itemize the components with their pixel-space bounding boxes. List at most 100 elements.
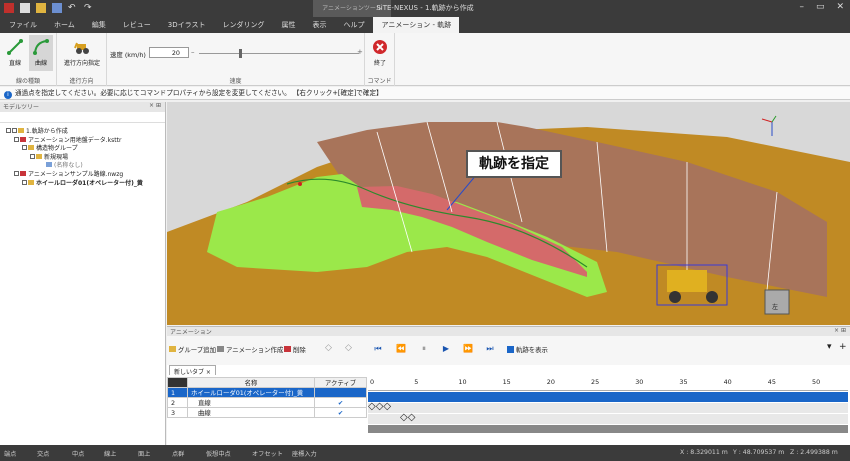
direction-button[interactable]: 進行方向指定 — [61, 35, 103, 71]
delete-label: 削除 — [293, 346, 306, 354]
timeline-tick-label: 15 — [502, 378, 511, 386]
undo-icon[interactable]: ◇ — [325, 343, 332, 353]
callout-label: 軌跡を指定 — [466, 150, 562, 178]
rewind-icon[interactable]: ⏪ — [395, 344, 407, 356]
keyframe-icon[interactable]: ◇◇ — [400, 412, 415, 423]
speed-increase-icon[interactable]: + — [357, 48, 363, 56]
snap-midpoint[interactable]: 中点 — [72, 449, 84, 458]
speed-input[interactable]: 20 — [149, 47, 189, 58]
timeline[interactable]: 0 5 10 15 20 25 30 35 40 45 50 ◇◇◇ ◇◇ — [368, 377, 848, 437]
checkbox[interactable] — [14, 170, 19, 176]
curve-button[interactable]: 曲線 — [29, 35, 53, 71]
speed-label: 速度 (km/h) — [110, 51, 146, 59]
model-tree-toolbar — [0, 112, 165, 123]
checkbox[interactable] — [22, 179, 27, 185]
snap-intersection[interactable]: 交点 — [37, 449, 49, 458]
tree-item[interactable]: 新規現場 — [2, 152, 163, 161]
keyframe-icon[interactable]: ◇◇◇ — [368, 401, 391, 412]
pause-icon[interactable]: ⏸ — [418, 344, 430, 356]
snap-offset[interactable]: オフセット — [252, 449, 283, 458]
tree-item[interactable]: 構造物グループ — [2, 143, 163, 152]
create-animation-button[interactable]: アニメーション作成 — [217, 345, 283, 354]
speed-slider-thumb[interactable] — [239, 49, 242, 58]
maximize-icon[interactable]: ▭ — [816, 2, 825, 12]
play-icon[interactable]: ▶ — [440, 344, 452, 356]
forward-icon[interactable]: ⏩ — [462, 344, 474, 356]
close-icon[interactable]: ✕ — [836, 2, 844, 12]
redo-icon[interactable]: ◇ — [345, 343, 352, 353]
tab-review[interactable]: レビュー — [114, 17, 159, 33]
animation-table: 名称 アクティブ 1 ホイールローダ01(オペレーター付)_黄 2 直線 ✔ 3 曲線 ✔ — [167, 377, 367, 418]
tab-rendering[interactable]: レンダリング — [214, 17, 273, 33]
tab-view[interactable]: 表示 — [304, 17, 335, 33]
route-icon — [20, 170, 26, 176]
table-row[interactable]: 3 曲線 ✔ — [167, 407, 367, 418]
tab-edit[interactable]: 編集 — [83, 17, 114, 33]
curve-label: 曲線 — [34, 60, 47, 67]
tree-item[interactable]: (名称なし) — [2, 160, 163, 169]
expand-icon[interactable] — [6, 128, 11, 133]
speed-slider[interactable] — [199, 53, 359, 54]
snap-on-surface[interactable]: 面上 — [138, 449, 150, 458]
checkbox[interactable] — [30, 153, 35, 159]
timeline-tick-label: 5 — [414, 378, 419, 386]
row-active[interactable]: ✔ — [314, 407, 367, 418]
snap-point-cloud[interactable]: 点群 — [172, 449, 184, 458]
snap-on-line[interactable]: 線上 — [104, 449, 116, 458]
first-frame-icon[interactable]: ⏮ — [372, 344, 384, 356]
checkbox[interactable] — [22, 145, 27, 151]
straight-button[interactable]: 直線 — [3, 35, 27, 71]
delete-button[interactable]: 削除 — [284, 345, 306, 354]
show-track-toggle[interactable]: 軌跡を表示 — [507, 345, 548, 354]
line-type-caption: 線の種類 — [15, 78, 40, 85]
table-row[interactable]: 2 直線 ✔ — [167, 397, 367, 408]
speed-caption: 速度 — [229, 78, 242, 85]
row-number: 2 — [167, 397, 188, 408]
col-name: 名称 — [187, 377, 315, 388]
tab-3d-illust[interactable]: 3Dイラスト — [159, 17, 214, 33]
tab-animation-track[interactable]: アニメーション - 軌跡 — [372, 17, 460, 33]
coordinate-input[interactable]: 座標入力 — [292, 449, 317, 458]
info-icon: i — [4, 91, 12, 99]
last-frame-icon[interactable]: ⏭ — [484, 344, 496, 356]
timeline-scrollbar[interactable] — [368, 425, 848, 433]
panel-controls[interactable]: × ⊞ — [834, 327, 846, 334]
tab-file[interactable]: ファイル — [0, 17, 45, 33]
add-group-button[interactable]: グループ追加 — [169, 345, 216, 354]
group-direction: 進行方向指定 進行方向 — [57, 33, 107, 86]
curve-line-icon — [33, 39, 49, 55]
tree-item[interactable]: ホイールローダ01(オペレーター付)_黄 — [2, 178, 163, 187]
command-caption: コマンド — [367, 78, 392, 85]
minimize-icon[interactable]: – — [799, 2, 804, 12]
tree-item[interactable]: アニメーション用地盤データ.ksttr — [2, 135, 163, 144]
row-name: 直線 — [187, 397, 315, 408]
row-active[interactable] — [314, 387, 367, 398]
3d-viewport[interactable]: 軌跡を指定 左 — [167, 102, 850, 325]
folder-icon — [36, 153, 42, 159]
view-cube-face[interactable]: 左 — [772, 302, 778, 311]
checkbox[interactable] — [14, 136, 19, 142]
speed-decrease-icon[interactable]: – — [191, 48, 195, 56]
panel-controls[interactable]: × ⊞ — [149, 102, 161, 109]
group-speed: 速度 (km/h) 20 – + 速度 — [107, 33, 365, 86]
window-controls: – ▭ ✕ — [799, 2, 844, 12]
group-line-type: 直線 曲線 線の種類 — [0, 33, 57, 86]
timeline-tick-label: 20 — [546, 378, 555, 386]
table-row[interactable]: 1 ホイールローダ01(オペレーター付)_黄 — [167, 387, 367, 398]
tab-help[interactable]: ヘルプ — [335, 17, 373, 33]
timeline-row: ◇◇ — [368, 412, 848, 424]
tree-item[interactable]: アニメーションサンプル路線.nwzg — [2, 169, 163, 178]
timeline-tick-label: 45 — [767, 378, 776, 386]
tree-item[interactable]: 1.軌跡から作成 — [2, 126, 163, 135]
dropdown-icon[interactable]: ▾ — [827, 342, 832, 352]
exit-button[interactable]: 終了 — [368, 35, 392, 71]
tab-attribute[interactable]: 属性 — [273, 17, 304, 33]
snap-endpoint[interactable]: 端点 — [4, 449, 16, 458]
add-tab-icon[interactable]: + — [839, 342, 847, 352]
tab-home[interactable]: ホーム — [45, 17, 83, 33]
tab-new[interactable]: 新しいタブ × — [169, 365, 216, 376]
row-active[interactable]: ✔ — [314, 397, 367, 408]
snap-virtual-midpoint[interactable]: 仮想中点 — [206, 449, 231, 458]
checkbox[interactable] — [12, 128, 17, 133]
timeline-tick-label: 30 — [635, 378, 644, 386]
